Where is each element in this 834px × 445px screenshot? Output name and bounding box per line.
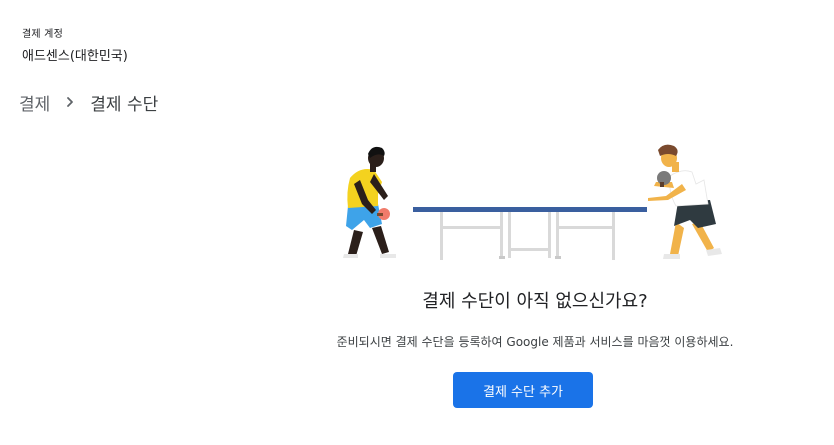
left-player-figure (343, 146, 396, 258)
breadcrumb: 결제 결제 수단 (19, 90, 159, 115)
add-payment-method-button[interactable]: 결제 수단 추가 (453, 372, 593, 408)
ping-pong-table (413, 207, 647, 260)
ping-pong-illustration (330, 138, 730, 264)
payment-methods-page: 결제 계정 애드센스(대한민국) 결제 결제 수단 결제 수단이 아직 없으신가… (0, 0, 834, 445)
breadcrumb-current: 결제 수단 (90, 94, 159, 115)
account-name: 애드센스(대한민국) (22, 49, 128, 64)
account-label: 결제 계정 (22, 29, 63, 40)
empty-state-description: 준비되시면 결제 수단을 등록하여 Google 제품과 서비스를 마음껏 이용… (336, 335, 734, 349)
chevron-right-icon (50, 90, 90, 114)
right-player-figure (648, 144, 722, 259)
empty-state-title: 결제 수단이 아직 없으신가요? (422, 291, 648, 312)
breadcrumb-billing-link[interactable]: 결제 (19, 90, 50, 115)
